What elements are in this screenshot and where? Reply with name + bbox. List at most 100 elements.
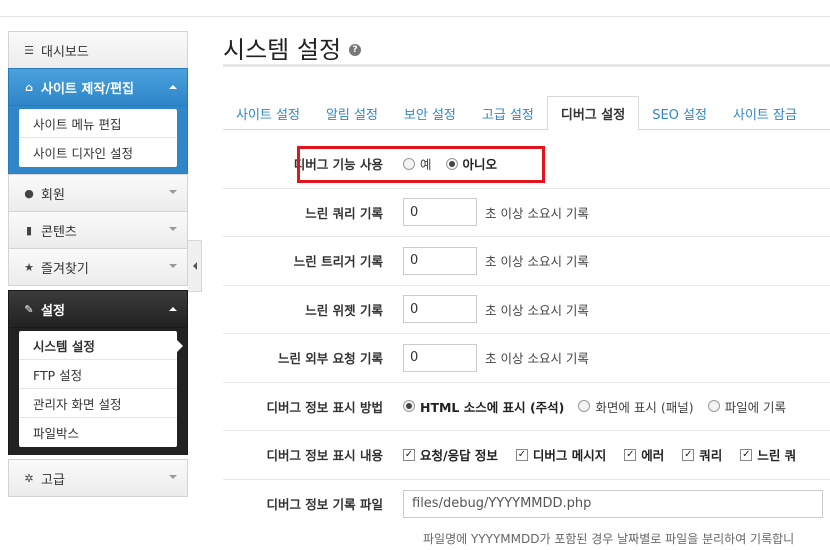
form-row-slow-trigger: 느린 트리거 기록 0 초 이상 소요시 기록 [223,237,830,286]
sidebar-item-site-build[interactable]: ⌂ 사이트 제작/편집 [8,68,188,106]
checkbox-query[interactable]: ✓ 쿼리 [682,445,722,464]
sidebar-item-content[interactable]: ▮ 콘텐츠 [8,211,188,249]
slow-query-input[interactable]: 0 [403,198,477,227]
checkbox-label: 느린 쿼 [757,448,797,464]
submenu-filebox[interactable]: 파일박스 [19,418,177,447]
tab-notification-settings[interactable]: 알림 설정 [313,96,391,130]
radio-option-html-source[interactable]: HTML 소스에 표시 (주석) [403,397,564,416]
tab-security-settings[interactable]: 보안 설정 [391,96,469,130]
checkmark-icon[interactable]: ✓ [515,448,528,461]
page-title: 시스템 설정 ? [223,30,362,65]
field-label: 디버그 정보 기록 파일 [266,497,383,513]
field-suffix: 초 이상 소요시 기록 [485,302,589,318]
field-suffix: 초 이상 소요시 기록 [485,205,589,221]
field-label: 디버그 정보 표시 내용 [266,448,383,464]
field-label: 느린 트리거 기록 [293,254,383,270]
sidebar-item-label: 즐겨찾기 [41,261,89,277]
tab-advanced-settings[interactable]: 고급 설정 [469,96,547,130]
field-label: 느린 위젯 기록 [305,302,383,318]
checkbox-label: 디버그 메시지 [532,448,607,464]
sidebar-item-label: 콘텐츠 [41,224,77,240]
sidebar-item-label: 사이트 제작/편집 [41,81,134,97]
highlight-box [297,146,545,183]
form-row-slow-query: 느린 쿼리 기록 0 초 이상 소요시 기록 [223,189,830,237]
help-icon[interactable]: ? [349,43,362,56]
wrench-icon: ✎ [24,302,34,316]
radio-button[interactable] [707,400,720,413]
home-icon: ⌂ [25,80,33,94]
sidebar-item-label: 대시보드 [41,44,89,60]
field-label: 디버그 정보 표시 방법 [266,399,383,415]
checkbox-label: 요청/응답 정보 [420,448,498,464]
checkbox-slow-query[interactable]: ✓ 느린 쿼 [740,445,796,464]
form-row-display-content: 디버그 정보 표시 내용 ✓ 요청/응답 정보 ✓ 디버그 메시지 ✓ 에러 ✓ 쿼리 … [223,431,830,480]
checkbox-label: 쿼리 [699,448,723,464]
tab-site-settings[interactable]: 사이트 설정 [223,96,313,130]
radio-button[interactable] [403,400,415,413]
tab-seo-settings[interactable]: SEO 설정 [639,96,720,130]
field-suffix: 초 이상 소요시 기록 [485,351,589,367]
sidebar-item-dashboard[interactable]: ☰ 대시보드 [8,31,188,69]
chevron-down-icon [169,190,177,194]
radio-option-file[interactable]: 파일에 기록 [707,397,787,416]
sidebar-item-label: 회원 [41,187,65,203]
submenu-ftp-settings[interactable]: FTP 설정 [19,360,177,389]
sidebar-item-favorites[interactable]: ★ 즐겨찾기 [8,248,188,286]
chevron-down-icon [169,227,177,231]
checkmark-icon[interactable]: ✓ [403,448,415,461]
title-divider [223,64,830,67]
checkbox-debug-message[interactable]: ✓ 디버그 메시지 [515,445,607,464]
tab-debug-settings[interactable]: 디버그 설정 [546,96,640,131]
chevron-up-icon [169,85,177,89]
submenu-site-menu-edit[interactable]: 사이트 메뉴 편집 [19,109,177,138]
gear-icon: ✲ [24,471,34,485]
radio-label: HTML 소스에 표시 (주석) [420,399,565,415]
field-label: 느린 외부 요청 기록 [277,351,383,367]
slow-widget-input[interactable]: 0 [403,295,477,324]
sidebar-item-advanced[interactable]: ✲ 고급 [8,459,188,497]
chevron-left-icon [192,262,197,270]
slow-remote-input[interactable]: 0 [403,343,477,372]
radio-option-screen-panel[interactable]: 화면에 표시 (패널) [578,397,694,416]
chevron-down-icon [169,475,177,479]
sidebar-item-settings[interactable]: ✎ 설정 [8,290,188,328]
list-icon: ☰ [24,43,34,57]
debug-settings-form: 디버그 기능 사용 예 아니오 느린 쿼리 기록 0 초 이상 소요시 기록 느… [223,140,830,528]
star-icon: ★ [24,260,34,274]
chevron-up-icon [169,307,177,311]
checkbox-request-response[interactable]: ✓ 요청/응답 정보 [403,445,498,464]
submenu-system-settings[interactable]: 시스템 설정 [19,331,183,360]
field-label: 느린 쿼리 기록 [305,205,383,221]
radio-label: 파일에 기록 [724,399,787,415]
log-file-input[interactable]: files/debug/YYYYMMDD.php [403,489,823,518]
checkbox-label: 에러 [641,448,665,464]
checkmark-icon[interactable]: ✓ [624,448,637,461]
sidebar: ☰ 대시보드 ⌂ 사이트 제작/편집 사이트 메뉴 편집 사이트 디자인 설정 … [8,31,188,497]
top-divider [0,16,830,17]
settings-tabs: 사이트 설정 알림 설정 보안 설정 고급 설정 디버그 설정 SEO 설정 사… [223,96,830,131]
checkbox-error[interactable]: ✓ 에러 [624,445,664,464]
submenu-site-design[interactable]: 사이트 디자인 설정 [19,138,177,167]
chevron-down-icon [169,264,177,268]
site-build-submenu: 사이트 메뉴 편집 사이트 디자인 설정 [8,105,188,175]
submenu-admin-screen-settings[interactable]: 관리자 화면 설정 [19,389,177,418]
form-row-display-method: 디버그 정보 표시 방법 HTML 소스에 표시 (주석) 화면에 표시 (패널… [223,383,830,431]
settings-submenu: 시스템 설정 FTP 설정 관리자 화면 설정 파일박스 [8,327,188,455]
sidebar-collapse-handle[interactable] [188,240,202,292]
page-title-text: 시스템 설정 [223,36,342,64]
radio-button[interactable] [578,400,591,413]
sidebar-item-label: 설정 [41,303,65,319]
form-row-slow-remote: 느린 외부 요청 기록 0 초 이상 소요시 기록 [223,334,830,383]
sidebar-item-member[interactable]: ● 회원 [8,174,188,212]
radio-label: 화면에 표시 (패널) [595,399,694,415]
checkmark-icon[interactable]: ✓ [682,448,695,461]
book-icon: ▮ [25,223,33,237]
sidebar-item-label: 고급 [41,472,65,488]
user-icon: ● [24,186,34,200]
slow-trigger-input[interactable]: 0 [403,246,477,275]
log-file-hint: 파일명에 YYYYMMDD가 포함된 경우 날짜별로 파일을 분리하여 기록합니 [423,532,795,546]
field-suffix: 초 이상 소요시 기록 [485,254,589,270]
form-row-slow-widget: 느린 위젯 기록 0 초 이상 소요시 기록 [223,286,830,334]
tab-site-lock[interactable]: 사이트 잠금 [720,96,810,130]
checkmark-icon[interactable]: ✓ [740,448,753,461]
